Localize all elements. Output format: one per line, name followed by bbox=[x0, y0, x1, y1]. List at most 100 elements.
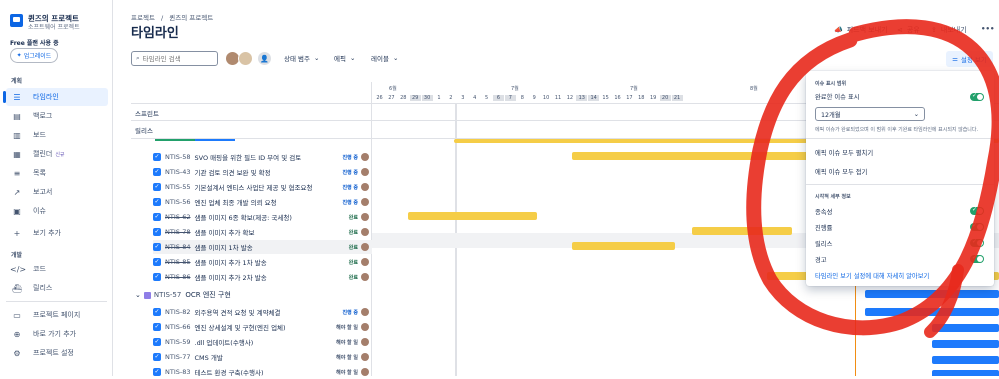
avatar[interactable] bbox=[361, 228, 369, 236]
status-badge[interactable]: 완료 bbox=[349, 214, 358, 221]
status-badge[interactable]: 해야 할 일 bbox=[336, 339, 358, 346]
issue-row[interactable]: ✓ NTIS-55 기본설계서 엔티스 사업단 제공 및 협조요청 진행 중 bbox=[153, 180, 372, 194]
avatar[interactable] bbox=[361, 273, 369, 281]
search-field[interactable]: ⌕ bbox=[131, 51, 218, 66]
epic-filter[interactable]: 에픽 ⌄ bbox=[334, 53, 355, 63]
upgrade-button[interactable]: ✦ 업그레이드 bbox=[10, 48, 58, 63]
sidebar-item-settings[interactable]: ⚙ 프로젝트 설정 bbox=[6, 344, 108, 362]
issue-key[interactable]: NTIS-62 bbox=[165, 213, 191, 221]
issue-row[interactable]: ✓ NTIS-77 CMS 개발 해야 할 일 bbox=[153, 350, 372, 364]
breadcrumb-projects[interactable]: 프로젝트 bbox=[131, 14, 155, 22]
avatar[interactable] bbox=[361, 213, 369, 221]
avatar[interactable] bbox=[361, 258, 369, 266]
add-people-icon[interactable]: 👤 bbox=[257, 51, 272, 66]
sidebar-item-add-view[interactable]: + 보기 추가 bbox=[6, 224, 108, 242]
issue-bar[interactable] bbox=[932, 340, 999, 348]
issue-row[interactable]: ✓ NTIS-84 샘플 이미지 1차 발송 완료 bbox=[153, 240, 372, 254]
issue-row[interactable]: ✓ NTIS-66 엔진 상세설계 및 구현(엔진 업체) 해야 할 일 bbox=[153, 320, 372, 334]
period-select[interactable]: 12개월 ⌄ bbox=[815, 107, 925, 121]
avatar[interactable] bbox=[361, 323, 369, 331]
issue-key[interactable]: NTIS-56 bbox=[165, 198, 191, 206]
search-input[interactable] bbox=[142, 54, 213, 63]
issue-row[interactable]: ✓ NTIS-82 외주용역 견적 요청 및 계약체결 진행 중 bbox=[153, 305, 372, 319]
issue-bar[interactable] bbox=[865, 308, 999, 316]
epic-bar[interactable] bbox=[865, 290, 999, 298]
issue-row[interactable]: ✓ NTIS-58 SVO 매핑을 위한 필드 ID 부여 및 검토 진행 중 bbox=[153, 150, 372, 164]
sidebar-item-calendar[interactable]: ▦ 캘린더 신규 bbox=[6, 145, 108, 163]
dependency-toggle[interactable]: ✓ bbox=[970, 206, 984, 215]
view-settings-button[interactable]: ⚌ 설정 보기 bbox=[946, 51, 993, 67]
epic-key[interactable]: NTIS-57 bbox=[154, 291, 181, 299]
issue-bar[interactable] bbox=[572, 152, 817, 160]
more-actions-button[interactable]: ••• bbox=[981, 25, 994, 33]
status-badge[interactable]: 해야 할 일 bbox=[336, 369, 358, 376]
status-badge[interactable]: 진행 중 bbox=[342, 154, 358, 161]
status-badge[interactable]: 진행 중 bbox=[342, 169, 358, 176]
sidebar-item-board[interactable]: ▥ 보드 bbox=[6, 126, 108, 144]
sidebar-item-backlog[interactable]: ▤ 백로그 bbox=[6, 107, 108, 125]
sidebar-item-pages[interactable]: ▭ 프로젝트 페이지 bbox=[6, 306, 108, 324]
sidebar-item-list[interactable]: ≡ 목록 bbox=[6, 164, 108, 182]
sidebar-item-add-shortcut[interactable]: ⊕ 바로 가기 추가 bbox=[6, 325, 108, 343]
issue-row[interactable]: ✓ NTIS-43 기관 검토 의견 보완 및 확정 진행 중 bbox=[153, 165, 372, 179]
avatar[interactable] bbox=[361, 243, 369, 251]
status-filter[interactable]: 상태 범주 ⌄ bbox=[284, 53, 319, 63]
share-button[interactable]: ⋖ 공유 bbox=[897, 25, 920, 35]
sidebar-item-timeline[interactable]: ☰ 타임라인 bbox=[3, 88, 108, 106]
status-badge[interactable]: 해야 할 일 bbox=[336, 324, 358, 331]
issue-key[interactable]: NTIS-59 bbox=[165, 338, 191, 346]
issue-row[interactable]: ✓ NTIS-78 샘플 이미지 추가 확보 완료 bbox=[153, 225, 372, 239]
issue-key[interactable]: NTIS-66 bbox=[165, 323, 191, 331]
warning-toggle[interactable]: ✓ bbox=[970, 254, 984, 263]
issue-bar[interactable] bbox=[932, 370, 999, 376]
label-filter[interactable]: 레이블 ⌄ bbox=[371, 53, 398, 63]
status-badge[interactable]: 완료 bbox=[349, 229, 358, 236]
issue-key[interactable]: NTIS-83 bbox=[165, 368, 191, 376]
breadcrumb-project[interactable]: 퀸즈의 프로젝트 bbox=[169, 14, 213, 22]
issue-row[interactable]: ✓ NTIS-59 .dll 업데이트(수행사) 해야 할 일 bbox=[153, 335, 372, 349]
avatar[interactable] bbox=[361, 168, 369, 176]
issue-key[interactable]: NTIS-43 bbox=[165, 168, 191, 176]
release-toggle[interactable]: ✓ bbox=[970, 238, 984, 247]
avatar[interactable] bbox=[361, 153, 369, 161]
issue-bar[interactable] bbox=[932, 356, 999, 364]
status-badge[interactable]: 진행 중 bbox=[342, 309, 358, 316]
status-badge[interactable]: 완료 bbox=[349, 274, 358, 281]
issue-key[interactable]: NTIS-84 bbox=[165, 243, 191, 251]
sidebar-item-release[interactable]: ⛴ 릴리스 bbox=[6, 279, 108, 297]
issue-key[interactable]: NTIS-82 bbox=[165, 308, 191, 316]
avatar[interactable] bbox=[361, 338, 369, 346]
issue-key[interactable]: NTIS-85 bbox=[165, 258, 191, 266]
issue-row[interactable]: ✓ NTIS-86 샘플 이미지 추가 2차 발송 완료 bbox=[153, 270, 372, 284]
issue-key[interactable]: NTIS-78 bbox=[165, 228, 191, 236]
avatar[interactable] bbox=[361, 198, 369, 206]
sidebar-item-code[interactable]: </> 코드 bbox=[6, 260, 108, 278]
issue-bar[interactable] bbox=[408, 212, 537, 220]
issue-bar[interactable] bbox=[932, 324, 999, 332]
issue-bar[interactable] bbox=[572, 242, 675, 250]
status-badge[interactable]: 완료 bbox=[349, 259, 358, 266]
show-done-toggle[interactable]: ✓ bbox=[970, 92, 984, 101]
avatar[interactable] bbox=[361, 308, 369, 316]
status-badge[interactable]: 해야 할 일 bbox=[336, 354, 358, 361]
issue-row[interactable]: ✓ NTIS-56 엔진 업체 최종 개발 의뢰 요청 진행 중 bbox=[153, 195, 372, 209]
epic-row[interactable]: ⌄ NTIS-57 OCR 엔진 구현 bbox=[135, 288, 231, 302]
expand-all-button[interactable]: 에픽 이슈 모두 펼치기 bbox=[815, 148, 873, 157]
avatar[interactable] bbox=[361, 368, 369, 376]
learn-more-link[interactable]: 타임라인 보기 설정에 대해 자세히 알아보기 bbox=[815, 271, 929, 280]
export-button[interactable]: ⇪ 내보내기 bbox=[931, 25, 967, 35]
feedback-button[interactable]: 📣 피드백 보내기 bbox=[834, 25, 888, 35]
status-badge[interactable]: 진행 중 bbox=[342, 184, 358, 191]
issue-key[interactable]: NTIS-58 bbox=[165, 153, 191, 161]
collapse-all-button[interactable]: 에픽 이슈 모두 접기 bbox=[815, 167, 867, 176]
issue-row[interactable]: ✓ NTIS-85 샘플 이미지 추가 1차 발송 완료 bbox=[153, 255, 372, 269]
status-badge[interactable]: 완료 bbox=[349, 244, 358, 251]
issue-key[interactable]: NTIS-55 bbox=[165, 183, 191, 191]
issue-bar[interactable] bbox=[692, 227, 792, 235]
issue-key[interactable]: NTIS-77 bbox=[165, 353, 191, 361]
issue-row[interactable]: ✓ NTIS-83 테스트 환경 구축(수행사) 해야 할 일 bbox=[153, 365, 372, 379]
sidebar-item-reports[interactable]: ↗ 보고서 bbox=[6, 183, 108, 201]
avatar[interactable] bbox=[238, 51, 253, 66]
sidebar-item-issues[interactable]: ▣ 이슈 bbox=[6, 202, 108, 220]
avatar[interactable] bbox=[361, 353, 369, 361]
